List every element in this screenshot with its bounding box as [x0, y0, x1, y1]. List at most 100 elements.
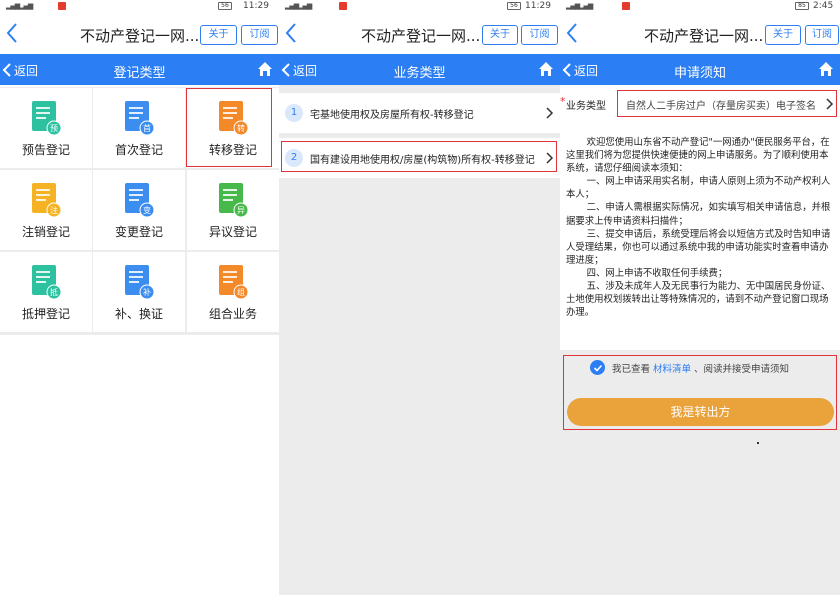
item-number: 1	[285, 104, 303, 122]
subscribe-button[interactable]: 订阅	[521, 25, 558, 45]
document-icon: 补	[125, 265, 154, 300]
back-chevron-icon[interactable]	[562, 20, 584, 46]
back-arrow-icon	[562, 63, 571, 77]
registration-type-tile[interactable]: 注注销登记	[0, 170, 92, 250]
svg-text:预: 预	[50, 123, 58, 133]
about-button[interactable]: 关于	[200, 25, 237, 45]
svg-text:补: 补	[143, 287, 151, 297]
chevron-right-icon	[546, 107, 554, 119]
status-bar: ▂▄▆▂▄▆ 56 11:29	[0, 0, 279, 13]
tile-label: 首次登记	[114, 143, 163, 157]
tile-label: 变更登记	[114, 225, 163, 239]
nav-back-label: 返回	[14, 63, 39, 78]
svg-text:注: 注	[50, 205, 58, 215]
nav-title: 申请须知	[673, 66, 726, 81]
registration-type-tile[interactable]: 异异议登记	[187, 170, 279, 250]
battery-icon: 85	[795, 2, 809, 10]
screen-application-notice: ▂▄▆▂▄▆ 85 2:45 不动产登记一网... 关于 订阅 申请须知 返回 …	[560, 0, 840, 595]
tile-label: 组合业务	[208, 307, 257, 321]
app-bar: 不动产登记一网... 关于 订阅	[0, 13, 279, 54]
notice-paragraph: 三、提交申请后，系统受理后将会以短信方式及时告知申请人受理结果，你也可以通过系统…	[566, 228, 831, 266]
status-time: 11:29	[525, 1, 551, 11]
status-bar: ▂▄▆▂▄▆ 85 2:45	[560, 0, 840, 13]
document-icon: 变	[125, 183, 154, 218]
notice-paragraph: 五、涉及未成年人及无民事行为能力、无中国居民身份证、土地使用权划拨转出让等特殊情…	[566, 281, 831, 319]
business-type-label: 业务类型	[566, 101, 606, 112]
subscribe-button[interactable]: 订阅	[805, 25, 839, 45]
svg-text:异: 异	[237, 206, 245, 215]
list-item[interactable]: 1 宅基地使用权及房屋所有权-转移登记	[279, 93, 560, 133]
tile-label: 补、换证	[114, 307, 163, 321]
back-chevron-icon[interactable]	[2, 20, 24, 46]
nav-back-label: 返回	[574, 63, 599, 78]
battery-icon: 56	[218, 2, 232, 10]
nav-back-button[interactable]: 返回	[562, 60, 598, 80]
notice-paragraph: 一、网上申请采用实名制，申请人原则上须为不动产权利人本人；	[566, 176, 831, 201]
registration-type-tile[interactable]: 补补、换证	[93, 252, 185, 332]
highlight-box	[186, 88, 272, 167]
screen-business-types: ▂▄▆▂▄▆ 56 11:29 不动产登记一网... 关于 订阅 业务类型 返回…	[279, 0, 560, 595]
item-label: 宅基地使用权及房屋所有权-转移登记	[310, 110, 474, 121]
nav-title: 登记类型	[113, 66, 166, 81]
notification-icon	[339, 2, 347, 10]
highlight-box	[617, 90, 837, 117]
tile-label: 抵押登记	[21, 307, 70, 321]
subscribe-button[interactable]: 订阅	[241, 25, 278, 45]
tile-label: 注销登记	[21, 225, 70, 239]
back-arrow-icon	[281, 63, 290, 77]
signal-icon: ▂▄▆▂▄▆	[566, 2, 593, 10]
nav-back-label: 返回	[293, 63, 318, 78]
registration-type-tile[interactable]: 首首次登记	[93, 88, 185, 168]
nav-back-button[interactable]: 返回	[281, 60, 317, 80]
screen-registration-types: ▂▄▆▂▄▆ 56 11:29 不动产登记一网... 关于 订阅 登记类型 返回…	[0, 0, 279, 595]
home-icon[interactable]	[818, 61, 834, 77]
notice-paragraph: 欢迎您使用山东省不动产登记"一网通办"便民服务平台，在这里我们将为您提供快速便捷…	[566, 137, 830, 175]
tile-label: 预告登记	[21, 143, 70, 157]
document-icon: 组	[219, 265, 248, 300]
home-icon[interactable]	[257, 61, 273, 77]
document-icon: 首	[125, 101, 154, 136]
highlight-box	[281, 141, 557, 172]
about-button[interactable]: 关于	[482, 25, 518, 45]
registration-type-tile[interactable]: 抵抵押登记	[0, 252, 92, 332]
status-time: 2:45	[813, 1, 834, 11]
home-icon[interactable]	[538, 61, 554, 77]
registration-type-tile[interactable]: 变变更登记	[93, 170, 185, 250]
svg-text:抵: 抵	[50, 287, 58, 297]
back-chevron-icon[interactable]	[281, 20, 303, 46]
signal-icon: ▂▄▆▂▄▆	[285, 2, 312, 10]
app-bar: 不动产登记一网... 关于 订阅	[279, 13, 560, 54]
svg-text:变: 变	[143, 205, 151, 215]
nav-bar: 业务类型 返回	[279, 54, 560, 85]
notice-paragraph: 二、申请人需根据实际情况，如实填写相关申请信息，并根据要求上传申请资料扫描件；	[566, 202, 831, 227]
dot-mark	[757, 442, 759, 444]
document-icon: 注	[32, 183, 61, 218]
notification-icon	[58, 2, 66, 10]
signal-icon: ▂▄▆▂▄▆	[6, 2, 33, 10]
notice-text: 欢迎您使用山东省不动产登记"一网通办"便民服务平台，在这里我们将为您提供快速便捷…	[566, 136, 834, 319]
battery-icon: 56	[507, 2, 521, 10]
registration-type-tile[interactable]: 预预告登记	[0, 88, 92, 168]
app-title: 不动产登记一网...	[361, 27, 481, 45]
required-icon: *	[560, 95, 566, 108]
notification-icon	[622, 2, 630, 10]
about-button[interactable]: 关于	[765, 25, 801, 45]
registration-type-tile[interactable]: 组组合业务	[187, 252, 279, 332]
app-title: 不动产登记一网...	[80, 27, 200, 45]
back-arrow-icon	[2, 63, 11, 77]
tile-label: 异议登记	[208, 225, 257, 239]
svg-text:组: 组	[237, 287, 245, 297]
notice-paragraph: 四、网上申请不收取任何手续费；	[586, 267, 728, 279]
app-title: 不动产登记一网...	[644, 27, 764, 45]
nav-bar: 申请须知 返回	[560, 54, 840, 85]
status-time: 11:29	[243, 1, 269, 11]
document-icon: 异	[219, 183, 248, 218]
app-bar: 不动产登记一网... 关于 订阅	[560, 13, 840, 54]
status-bar: ▂▄▆▂▄▆ 56 11:29	[279, 0, 560, 13]
highlight-box	[563, 355, 837, 430]
nav-title: 业务类型	[393, 66, 446, 81]
svg-text:首: 首	[143, 123, 151, 133]
document-icon: 预	[32, 101, 61, 136]
nav-bar: 登记类型 返回	[0, 54, 279, 85]
nav-back-button[interactable]: 返回	[2, 60, 38, 80]
